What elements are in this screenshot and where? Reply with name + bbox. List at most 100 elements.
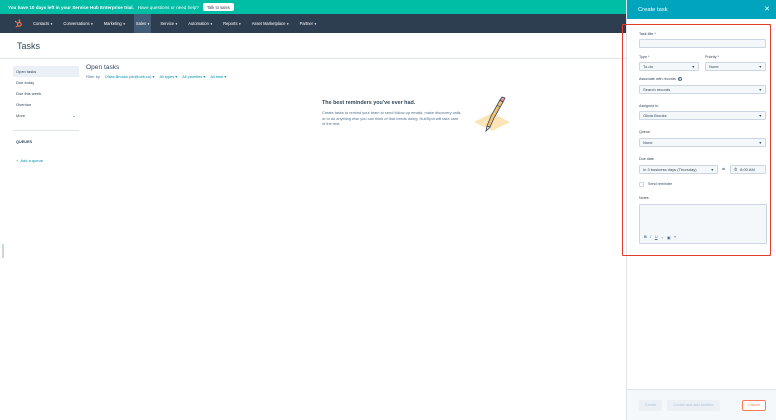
add-queue-label: Add a queue (20, 158, 44, 163)
trial-banner: You have 10 days left in your Service Hu… (0, 0, 626, 14)
hubspot-logo-icon[interactable] (13, 19, 23, 29)
italic-icon[interactable]: I (650, 235, 651, 240)
view-title: Open tasks (86, 64, 120, 71)
sidebar-item-overdue[interactable]: Overdue (13, 99, 79, 110)
pencil-illustration-icon (472, 96, 512, 136)
panel-header: Create task ✕ (627, 0, 776, 19)
nav-sales[interactable]: Sales ▾ (133, 14, 152, 33)
image-icon[interactable]: ▣ (667, 235, 671, 240)
talk-to-sales-button[interactable]: Talk to sales (202, 3, 234, 11)
top-nav: Contacts ▾ Conversations ▾ Marketing ▾ Sale… (0, 14, 626, 33)
nav-marketing[interactable]: Marketing ▾ (102, 14, 127, 33)
filter-owner-label: Olivia Brooks (ob@obb.co) (104, 74, 152, 79)
bold-icon[interactable]: B (644, 235, 647, 240)
page-title: Tasks (17, 41, 41, 51)
sidebar-item-open-tasks[interactable]: Open tasks (13, 66, 79, 77)
sidebar-item-due-this-week[interactable]: Due this week (13, 88, 79, 99)
nav-reports[interactable]: Reports ▾ (221, 14, 243, 33)
caret-down-icon: ▼ (691, 64, 695, 69)
more-formatting-icon[interactable]: ≡ (674, 235, 676, 240)
nav-conversations[interactable]: Conversations ▾ (61, 14, 94, 33)
filter-bar: Filter by Olivia Brooks (ob@obb.co) ▾ Al… (86, 74, 226, 79)
assigned-to-select[interactable]: Olivia Brooks ▼ (639, 111, 766, 120)
cancel-button[interactable]: Cancel (742, 399, 766, 411)
filter-time-label: All time (210, 74, 224, 79)
queue-value: None (643, 140, 653, 145)
send-reminder-label: Send reminder (648, 182, 673, 186)
queues-heading: QUEUES (16, 140, 33, 144)
sidebar-item-due-today[interactable]: Due today (13, 77, 79, 88)
queue-select[interactable]: None ▼ (639, 138, 766, 147)
task-title-label: Task title * (639, 32, 656, 36)
chevron-down-icon: ▾ (147, 21, 150, 26)
header-divider (0, 58, 626, 59)
filter-priorities[interactable]: All priorities ▾ (182, 74, 205, 79)
empty-state: The best reminders you've ever had. Crea… (322, 100, 462, 127)
nav-conversations-label: Conversations (63, 21, 90, 26)
queue-label: Queue (639, 130, 651, 134)
filter-time[interactable]: All time ▾ (210, 74, 226, 79)
nav-automation-label: Automation (188, 21, 209, 26)
nav-asset-marketplace[interactable]: Asset Marketplace ▾ (250, 14, 291, 33)
chevron-down-icon: ▾ (314, 21, 317, 26)
filter-owner[interactable]: Olivia Brooks (ob@obb.co) ▾ (105, 74, 155, 79)
time-input[interactable]: ⏱ 8:00 AM (730, 165, 766, 174)
underline-icon[interactable]: U (655, 235, 658, 240)
sidebar-item-label: Overdue (16, 102, 32, 107)
create-task-panel: Create task ✕ Task title * Type * To-do ▼… (622, 0, 776, 420)
plus-icon: + (16, 158, 19, 163)
link-icon[interactable]: ⌁ (661, 235, 663, 240)
chevron-down-icon: ▾ (175, 21, 178, 26)
nav-contacts[interactable]: Contacts ▾ (31, 14, 54, 33)
nav-partner[interactable]: Partner ▾ (298, 14, 319, 33)
empty-state-heading: The best reminders you've ever had. (322, 100, 416, 106)
type-value: To-do (643, 64, 654, 69)
assigned-label: Assigned to (639, 104, 659, 108)
nav-partner-label: Partner (299, 21, 314, 26)
info-icon[interactable]: i (677, 77, 682, 81)
due-date-select[interactable]: In 3 business days (Thursday) ▼ (639, 165, 718, 174)
nav-reports-label: Reports (223, 21, 238, 26)
associate-label: Associate with records (639, 77, 676, 81)
add-queue-link[interactable]: + Add a queue (13, 158, 79, 163)
assigned-value: Olivia Brooks (643, 113, 667, 118)
filter-priorities-label: All priorities (182, 74, 203, 79)
chevron-down-icon: ▾ (286, 21, 289, 26)
chevron-down-icon: ⌄ (71, 112, 76, 119)
associate-records-select[interactable]: Search records ▼ (639, 85, 766, 94)
sidebar-item-label: Due today (16, 80, 35, 85)
panel-footer: Create Create and add another Cancel (627, 389, 776, 420)
associate-label-row: Associate with records i (639, 77, 682, 81)
caret-down-icon: ▼ (758, 64, 762, 69)
chevron-down-icon: ▾ (210, 21, 213, 26)
close-icon[interactable]: ✕ (764, 6, 770, 13)
send-reminder-checkbox[interactable] (639, 182, 644, 187)
create-and-add-another-button[interactable]: Create and add another (667, 399, 720, 411)
time-value: 8:00 AM (740, 167, 755, 172)
task-title-input[interactable] (639, 39, 766, 48)
nav-automation[interactable]: Automation ▾ (186, 14, 214, 33)
nav-service[interactable]: Service ▾ (158, 14, 179, 33)
trial-message: You have 10 days left in your Service Hu… (8, 4, 134, 10)
notes-label: Notes (639, 196, 649, 200)
caret-down-icon: ▼ (758, 87, 762, 92)
sidebar-divider (13, 130, 79, 131)
sidebar-item-more[interactable]: More ⌄ (13, 110, 79, 121)
nav-marketing-label: Marketing (103, 21, 122, 26)
priority-value: None (709, 64, 719, 69)
panel-body: Task title * Type * To-do ▼ Priority * No… (622, 19, 776, 389)
caret-down-icon: ▼ (758, 113, 762, 118)
panel-title: Create task (638, 6, 668, 13)
notes-editor[interactable]: B I U ⌁ ▣ ≡ (639, 204, 767, 244)
filter-types[interactable]: All types ▾ (159, 74, 177, 79)
create-button[interactable]: Create (639, 399, 663, 411)
sidebar-item-label: Due this week (16, 91, 42, 96)
filter-types-label: All types (159, 74, 175, 79)
feedback-tab[interactable] (2, 244, 4, 258)
chevron-down-icon: ▾ (123, 21, 125, 26)
caret-down-icon: ▼ (758, 140, 762, 145)
chevron-down-icon: ▾ (175, 74, 178, 79)
priority-select[interactable]: None ▼ (705, 62, 766, 71)
chevron-down-icon: ▾ (152, 74, 155, 79)
type-select[interactable]: To-do ▼ (639, 62, 699, 71)
